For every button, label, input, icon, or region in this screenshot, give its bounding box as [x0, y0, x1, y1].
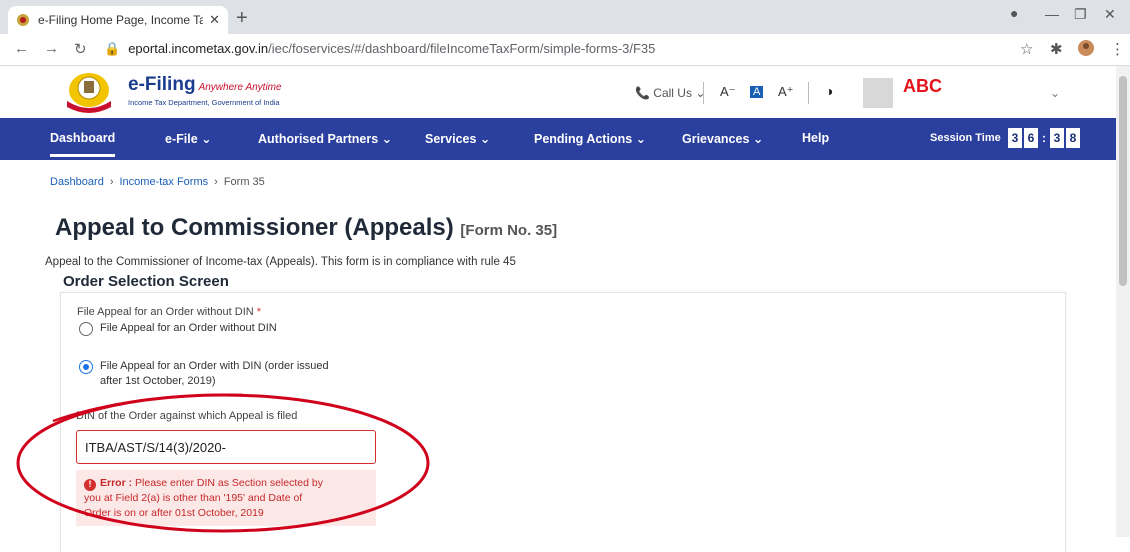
error-line1: Please enter DIN as Section selected by: [135, 477, 323, 489]
url-field[interactable]: 🔒 eportal.incometax.gov.in/iec/foservices…: [104, 41, 655, 57]
font-reset-button[interactable]: A: [750, 86, 764, 98]
profile-icon[interactable]: [1078, 40, 1094, 60]
brand-title[interactable]: e-Filing Anywhere Anytime: [128, 74, 282, 96]
radio-button[interactable]: [79, 322, 93, 336]
section-title: Order Selection Screen: [63, 273, 229, 290]
call-us-label: Call Us: [653, 86, 692, 100]
close-icon[interactable]: ✕: [209, 12, 220, 28]
error-icon: !: [84, 478, 96, 491]
brand-subtitle: Income Tax Department, Government of Ind…: [128, 98, 280, 107]
browser-tabstrip: e-Filing Home Page, Income Tax ✕ + ● — ❐…: [0, 0, 1130, 34]
breadcrumb-current: Form 35: [223, 176, 265, 188]
field-label: File Appeal for an Order without DIN *: [77, 306, 261, 318]
avatar[interactable]: [863, 78, 893, 108]
session-colon: :: [1042, 131, 1046, 145]
phone-icon: 📞: [635, 86, 650, 100]
contrast-icon[interactable]: ◑: [825, 83, 833, 99]
main-nav: Dashboard e-File ⌄ Authorised Partners ⌄…: [0, 118, 1130, 160]
divider: [703, 82, 704, 104]
error-message: ! Error : Please enter DIN as Section sel…: [76, 470, 376, 526]
breadcrumb-dashboard[interactable]: Dashboard: [50, 176, 104, 188]
call-us-button[interactable]: 📞 Call Us ⌄: [635, 86, 705, 100]
nav-dashboard[interactable]: Dashboard: [50, 131, 116, 157]
nav-services[interactable]: Services ⌄: [425, 131, 490, 146]
url-host: eportal.incometax.gov.in: [128, 41, 269, 56]
radio-label-line2: after 1st October, 2019): [100, 375, 216, 387]
restore-icon[interactable]: ❐: [1074, 6, 1087, 23]
radio-with-din[interactable]: File Appeal for an Order with DIN (order…: [79, 359, 329, 389]
page-title: Appeal to Commissioner (Appeals) [Form N…: [55, 214, 557, 242]
chevron-down-icon[interactable]: ⌄: [1050, 86, 1060, 100]
session-time-label: Session Time: [930, 132, 1001, 144]
nav-authorised-partners[interactable]: Authorised Partners ⌄: [258, 131, 392, 146]
back-icon[interactable]: ←: [14, 40, 29, 57]
username[interactable]: ABC: [903, 76, 942, 97]
star-icon[interactable]: ☆: [1020, 40, 1033, 58]
chevron-right-icon: ›: [214, 176, 218, 188]
radio-button[interactable]: [79, 360, 93, 374]
breadcrumb: Dashboard › Income-tax Forms › Form 35: [50, 176, 265, 188]
error-line2: you at Field 2(a) is other than '195' an…: [84, 492, 303, 504]
nav-efile[interactable]: e-File ⌄: [165, 131, 212, 146]
radio-label-line1: File Appeal for an Order with DIN (order…: [100, 360, 329, 372]
emblem-icon[interactable]: [62, 71, 116, 113]
minimize-icon[interactable]: —: [1045, 6, 1059, 22]
error-line3: Order is on or after 01st October, 2019: [84, 507, 264, 519]
form-number: [Form No. 35]: [460, 222, 558, 239]
brand-name: e-Filing: [128, 74, 196, 95]
extension-icon[interactable]: ✱: [1050, 40, 1063, 58]
required-mark: *: [256, 306, 262, 318]
din-input[interactable]: [76, 430, 376, 464]
page-scrollbar[interactable]: [1116, 66, 1130, 537]
page-title-text: Appeal to Commissioner (Appeals): [55, 214, 454, 241]
font-increase-button[interactable]: A⁺: [778, 84, 794, 100]
chevron-right-icon: ›: [109, 176, 114, 188]
session-timer: 3 6 : 3 8: [1008, 128, 1080, 148]
radio-label: File Appeal for an Order without DIN: [100, 322, 277, 334]
font-decrease-button[interactable]: A⁻: [720, 84, 736, 100]
field-label-text: File Appeal for an Order without DIN: [77, 306, 254, 318]
url-path: /iec/foservices/#/dashboard/fileIncomeTa…: [268, 41, 656, 56]
session-digit: 3: [1050, 128, 1064, 148]
session-digit: 8: [1066, 128, 1080, 148]
divider: [808, 82, 809, 104]
session-digit: 3: [1008, 128, 1022, 148]
breadcrumb-income-tax-forms[interactable]: Income-tax Forms: [120, 176, 209, 188]
nav-grievances[interactable]: Grievances ⌄: [682, 131, 763, 146]
forward-icon[interactable]: →: [44, 40, 59, 57]
radio-label: File Appeal for an Order with DIN (order…: [100, 359, 329, 389]
session-digit: 6: [1024, 128, 1038, 148]
radio-without-din[interactable]: File Appeal for an Order without DIN: [79, 321, 277, 336]
din-label: DIN of the Order against which Appeal is…: [76, 410, 298, 422]
window-close-icon[interactable]: ✕: [1104, 6, 1116, 23]
plus-icon[interactable]: +: [236, 7, 248, 30]
scroll-thumb[interactable]: [1119, 76, 1127, 286]
nav-help[interactable]: Help: [802, 131, 829, 145]
profile-dot-icon[interactable]: ●: [1010, 5, 1018, 21]
site-header: e-Filing Anywhere Anytime Income Tax Depa…: [0, 66, 1130, 118]
favicon-icon: [16, 13, 30, 27]
menu-icon[interactable]: ⋮: [1110, 40, 1125, 58]
browser-tab[interactable]: e-Filing Home Page, Income Tax ✕: [8, 6, 228, 34]
tab-title: e-Filing Home Page, Income Tax: [38, 13, 204, 27]
address-bar: ← → ↻ 🔒 eportal.incometax.gov.in/iec/fose…: [0, 34, 1130, 66]
lock-icon: 🔒: [104, 41, 121, 56]
brand-tagline: Anywhere Anytime: [198, 82, 282, 93]
page-description: Appeal to the Commissioner of Income-tax…: [45, 256, 516, 268]
reload-icon[interactable]: ↻: [74, 40, 87, 58]
error-prefix: Error :: [100, 477, 133, 489]
nav-pending-actions[interactable]: Pending Actions ⌄: [534, 131, 646, 146]
